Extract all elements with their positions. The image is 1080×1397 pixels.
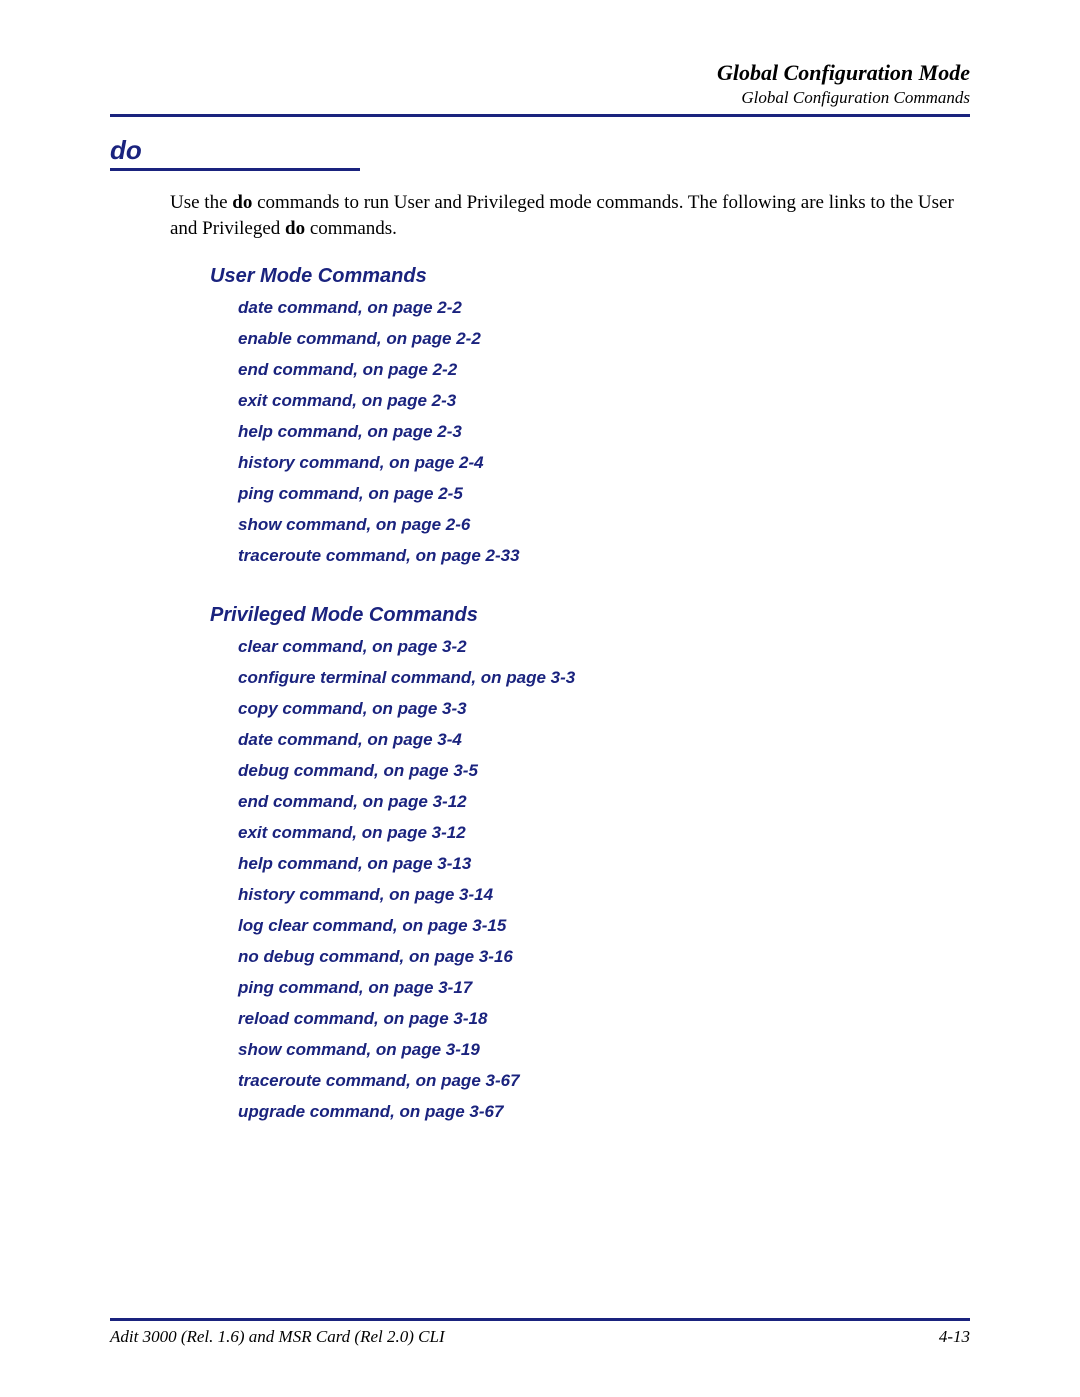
page: Global Configuration Mode Global Configu… [0, 0, 1080, 1397]
command-link[interactable]: traceroute command, on page 2-33 [238, 546, 970, 566]
command-link[interactable]: date command, on page 2-2 [238, 298, 970, 318]
command-link[interactable]: help command, on page 2-3 [238, 422, 970, 442]
command-link[interactable]: upgrade command, on page 3-67 [238, 1102, 970, 1122]
command-link[interactable]: date command, on page 3-4 [238, 730, 970, 750]
command-link[interactable]: reload command, on page 3-18 [238, 1009, 970, 1029]
footer-row: Adit 3000 (Rel. 1.6) and MSR Card (Rel 2… [110, 1327, 970, 1347]
page-header: Global Configuration Mode Global Configu… [110, 60, 970, 108]
intro-text: commands. [305, 218, 397, 239]
command-link[interactable]: exit command, on page 3-12 [238, 823, 970, 843]
header-subtitle: Global Configuration Commands [110, 88, 970, 108]
section-title-wrap: do [110, 135, 360, 185]
command-link[interactable]: enable command, on page 2-2 [238, 329, 970, 349]
command-link[interactable]: debug command, on page 3-5 [238, 761, 970, 781]
command-link[interactable]: no debug command, on page 3-16 [238, 947, 970, 967]
user-mode-heading: User Mode Commands [210, 265, 970, 288]
command-link[interactable]: exit command, on page 2-3 [238, 391, 970, 411]
command-link[interactable]: help command, on page 3-13 [238, 854, 970, 874]
header-rule [110, 114, 970, 117]
privileged-mode-link-list: clear command, on page 3-2 configure ter… [238, 637, 970, 1122]
command-link[interactable]: log clear command, on page 3-15 [238, 916, 970, 936]
page-footer: Adit 3000 (Rel. 1.6) and MSR Card (Rel 2… [110, 1318, 970, 1347]
command-link[interactable]: clear command, on page 3-2 [238, 637, 970, 657]
intro-text: Use the [170, 192, 232, 213]
command-link[interactable]: history command, on page 2-4 [238, 453, 970, 473]
command-link[interactable]: ping command, on page 3-17 [238, 978, 970, 998]
section-title: do [110, 135, 360, 166]
footer-rule [110, 1318, 970, 1321]
section-underline [110, 168, 360, 171]
intro-bold-do-1: do [232, 192, 252, 213]
command-link[interactable]: traceroute command, on page 3-67 [238, 1071, 970, 1091]
footer-page-number: 4-13 [939, 1327, 970, 1347]
command-link[interactable]: copy command, on page 3-3 [238, 699, 970, 719]
footer-left: Adit 3000 (Rel. 1.6) and MSR Card (Rel 2… [110, 1327, 445, 1347]
intro-paragraph: Use the do commands to run User and Priv… [170, 190, 970, 241]
user-mode-link-list: date command, on page 2-2 enable command… [238, 298, 970, 566]
command-link[interactable]: end command, on page 2-2 [238, 360, 970, 380]
command-link[interactable]: end command, on page 3-12 [238, 792, 970, 812]
header-title: Global Configuration Mode [110, 60, 970, 86]
command-link[interactable]: history command, on page 3-14 [238, 885, 970, 905]
privileged-mode-heading: Privileged Mode Commands [210, 604, 970, 627]
command-link[interactable]: configure terminal command, on page 3-3 [238, 668, 970, 688]
command-link[interactable]: ping command, on page 2-5 [238, 484, 970, 504]
command-link[interactable]: show command, on page 2-6 [238, 515, 970, 535]
intro-bold-do-2: do [285, 218, 305, 239]
command-link[interactable]: show command, on page 3-19 [238, 1040, 970, 1060]
